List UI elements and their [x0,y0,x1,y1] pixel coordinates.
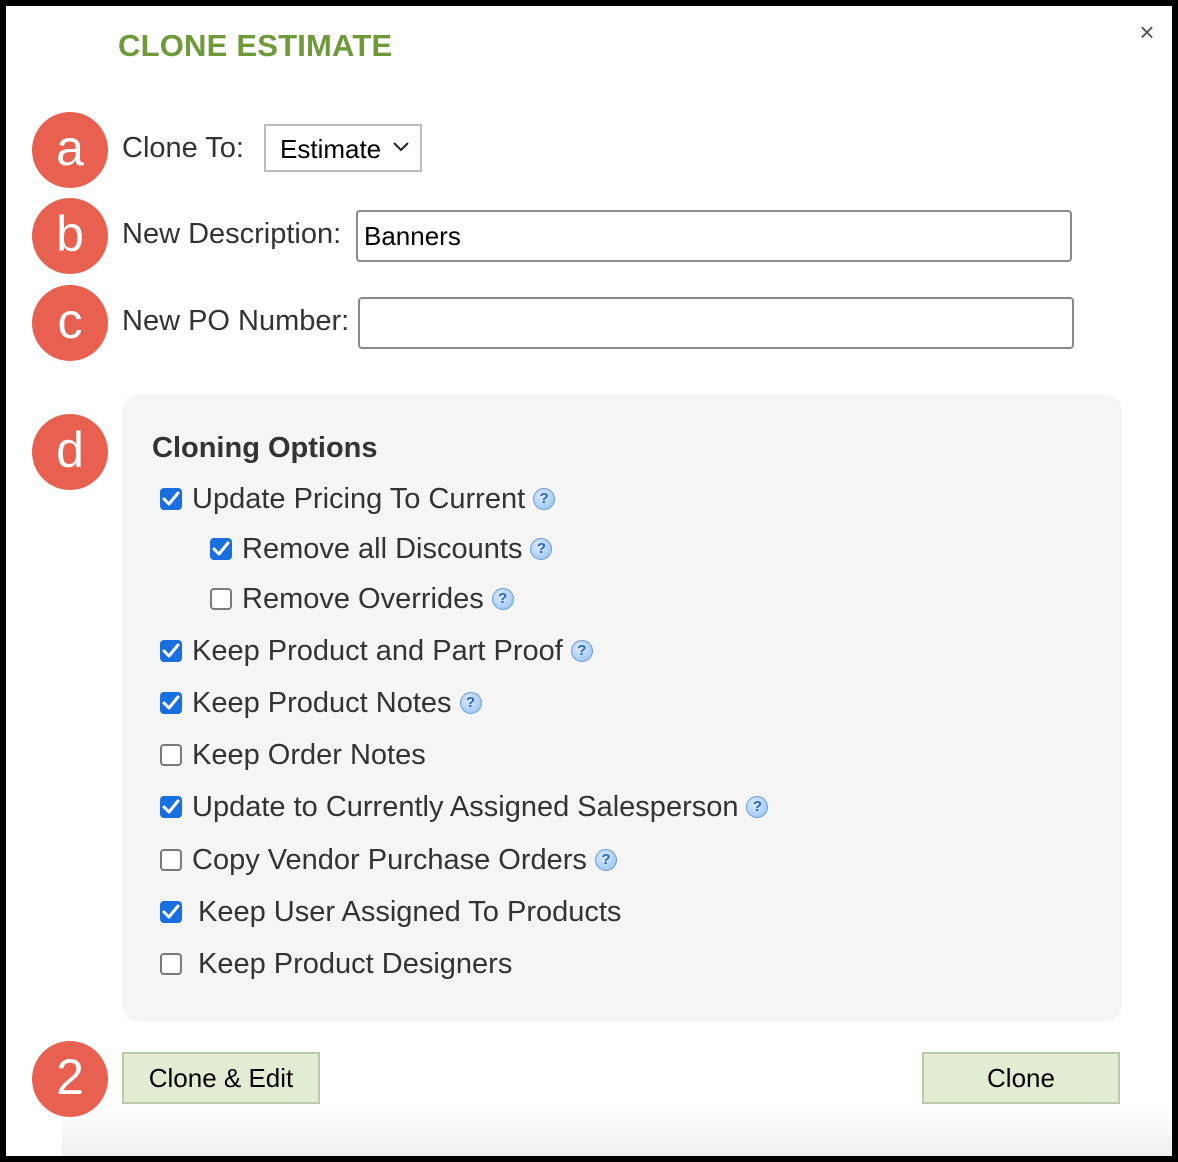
option-remove-overrides[interactable]: Remove Overrides ? [210,579,514,619]
checkbox-unchecked[interactable] [210,588,232,610]
checkbox-checked[interactable] [160,901,182,923]
checkbox-checked[interactable] [160,692,182,714]
callout-marker-b: b [32,198,108,274]
checkbox-unchecked[interactable] [160,849,182,871]
callout-marker-a: a [32,112,108,188]
close-icon[interactable]: × [1134,18,1160,46]
help-icon[interactable]: ? [530,538,553,560]
option-keep-product-notes[interactable]: Keep Product Notes ? [160,683,482,723]
option-keep-order-notes[interactable]: Keep Order Notes [160,735,426,775]
checkbox-checked[interactable] [160,640,182,662]
checkbox-checked[interactable] [210,538,232,560]
cloning-options-panel: Cloning Options Update Pricing To Curren… [122,394,1122,1022]
chevron-down-icon [392,140,410,158]
option-label: Update to Currently Assigned Salesperson [192,790,739,823]
option-label: Remove all Discounts [242,532,523,565]
option-keep-product-designers[interactable]: Keep Product Designers [160,944,512,984]
callout-marker-2: 2 [32,1041,108,1117]
cloning-options-title: Cloning Options [152,432,378,464]
option-copy-vendor-pos[interactable]: Copy Vendor Purchase Orders ? [160,840,617,880]
option-keep-user-assigned[interactable]: Keep User Assigned To Products [160,892,621,932]
option-remove-discounts[interactable]: Remove all Discounts ? [210,529,553,569]
dialog-footer-shade [62,1106,1172,1156]
option-label: Keep Product and Part Proof [192,634,563,667]
help-icon[interactable]: ? [594,849,617,871]
clone-and-edit-button[interactable]: Clone & Edit [122,1052,320,1104]
option-label: Remove Overrides [242,582,484,615]
new-description-label: New Description: [122,218,342,250]
help-icon[interactable]: ? [746,796,769,818]
new-po-number-input[interactable] [358,297,1074,349]
new-po-number-label: New PO Number: [122,305,350,337]
option-label: Copy Vendor Purchase Orders [192,843,587,876]
checkbox-checked[interactable] [160,488,182,510]
new-description-input[interactable] [356,210,1072,262]
checkbox-checked[interactable] [160,796,182,818]
checkbox-unchecked[interactable] [160,744,182,766]
option-update-salesperson[interactable]: Update to Currently Assigned Salesperson… [160,787,769,827]
clone-button[interactable]: Clone [922,1052,1120,1104]
clone-estimate-dialog: CLONE ESTIMATE × a b c d 2 Clone To: Est… [6,6,1172,1156]
option-label: Keep User Assigned To Products [198,895,622,928]
help-icon[interactable]: ? [533,488,556,510]
clone-to-label: Clone To: [122,132,244,164]
option-label: Keep Product Notes [192,686,452,719]
callout-marker-d: d [32,414,108,490]
help-icon[interactable]: ? [491,588,514,610]
clone-to-select[interactable]: Estimate [264,124,422,172]
help-icon[interactable]: ? [459,692,482,714]
dialog-title: CLONE ESTIMATE [118,28,393,63]
option-keep-product-part-proof[interactable]: Keep Product and Part Proof ? [160,631,593,671]
option-update-pricing[interactable]: Update Pricing To Current ? [160,479,556,519]
option-label: Keep Product Designers [198,947,513,980]
option-label: Keep Order Notes [192,738,426,771]
clone-to-selected-value: Estimate [280,134,382,164]
option-label: Update Pricing To Current [192,482,526,515]
callout-marker-c: c [32,285,108,361]
checkbox-unchecked[interactable] [160,953,182,975]
help-icon[interactable]: ? [570,640,593,662]
